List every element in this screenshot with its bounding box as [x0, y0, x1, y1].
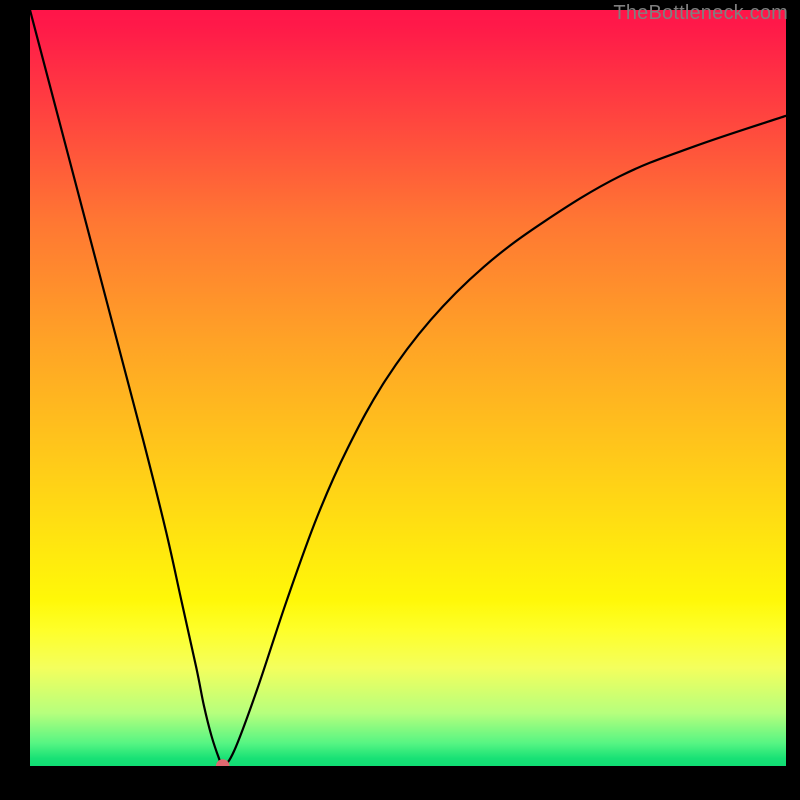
chart-svg [30, 10, 786, 766]
chart-container: TheBottleneck.com [0, 0, 800, 800]
plot-area [30, 10, 786, 766]
watermark-text: TheBottleneck.com [613, 2, 788, 25]
bottleneck-curve [30, 10, 786, 766]
minimum-marker [216, 759, 230, 766]
